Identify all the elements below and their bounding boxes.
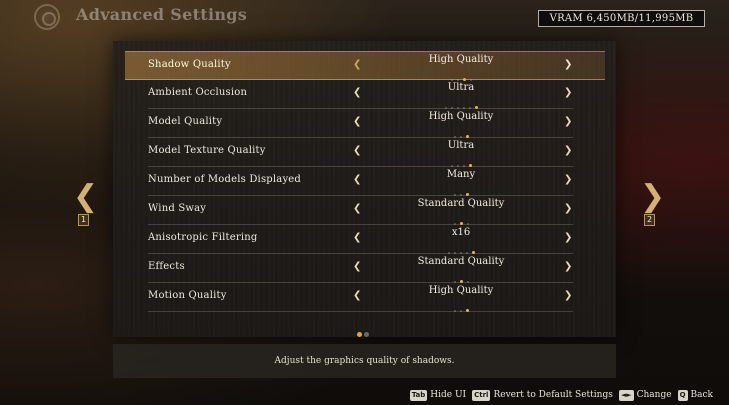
level-indicator bbox=[401, 97, 521, 109]
level-dot bbox=[459, 309, 462, 312]
revert-defaults-label: Revert to Default Settings bbox=[493, 390, 613, 400]
decrease-arrow-icon[interactable]: ❮ bbox=[353, 232, 361, 243]
q-key-icon: Q bbox=[677, 389, 688, 401]
decrease-arrow-icon[interactable]: ❮ bbox=[353, 116, 361, 127]
footer-hints: Tab Hide UI Ctrl Revert to Default Setti… bbox=[404, 388, 713, 402]
decrease-arrow-icon[interactable]: ❮ bbox=[353, 145, 361, 156]
setting-row[interactable]: Model Texture Quality ❮ Ultra ❯ bbox=[148, 138, 573, 167]
increase-arrow-icon[interactable]: ❯ bbox=[564, 59, 572, 70]
level-indicator bbox=[401, 300, 521, 312]
revert-defaults-hint[interactable]: Ctrl Revert to Default Settings bbox=[472, 389, 613, 401]
level-indicator bbox=[401, 213, 521, 225]
setting-value: High Quality bbox=[428, 285, 494, 296]
setting-row[interactable]: Effects ❮ Standard Quality ❯ bbox=[148, 254, 573, 283]
level-dot bbox=[465, 309, 469, 312]
page-title: Advanced Settings bbox=[76, 5, 248, 24]
increase-arrow-icon[interactable]: ❯ bbox=[564, 116, 572, 127]
change-label: Change bbox=[636, 390, 672, 400]
setting-label: Shadow Quality bbox=[148, 59, 231, 70]
change-hint[interactable]: ◄► Change bbox=[618, 389, 672, 401]
back-label: Back bbox=[690, 390, 713, 400]
decrease-arrow-icon[interactable]: ❮ bbox=[353, 174, 361, 185]
level-dot bbox=[453, 309, 456, 312]
setting-row[interactable]: Ambient Occlusion ❮ Ultra ❯ bbox=[148, 80, 573, 109]
ctrl-key-icon: Ctrl bbox=[472, 389, 491, 401]
setting-label: Wind Sway bbox=[148, 203, 207, 214]
page-dot-2 bbox=[364, 332, 369, 337]
setting-value: High Quality bbox=[428, 54, 494, 65]
increase-arrow-icon[interactable]: ❯ bbox=[564, 87, 572, 98]
next-page-key: 2 bbox=[644, 214, 655, 226]
hide-ui-label: Hide UI bbox=[430, 390, 467, 400]
hide-ui-hint[interactable]: Tab Hide UI bbox=[409, 389, 467, 401]
setting-value: x16 bbox=[451, 227, 471, 238]
setting-label: Ambient Occlusion bbox=[148, 87, 248, 98]
tab-key-icon: Tab bbox=[409, 389, 428, 401]
settings-emblem-icon bbox=[34, 4, 60, 30]
decrease-arrow-icon[interactable]: ❮ bbox=[353, 261, 361, 272]
setting-label: Motion Quality bbox=[148, 290, 227, 301]
level-indicator bbox=[401, 184, 521, 196]
setting-row[interactable]: Anisotropic Filtering ❮ x16 ❯ bbox=[148, 225, 573, 254]
setting-label: Anisotropic Filtering bbox=[148, 232, 258, 243]
setting-row[interactable]: Motion Quality ❮ High Quality ❯ bbox=[148, 283, 573, 312]
setting-row[interactable]: Model Quality ❮ High Quality ❯ bbox=[148, 109, 573, 138]
increase-arrow-icon[interactable]: ❯ bbox=[564, 145, 572, 156]
title-bar: Advanced Settings VRAM 6,450MB/11,995MB bbox=[0, 0, 729, 34]
setting-label: Effects bbox=[148, 261, 185, 272]
decrease-arrow-icon[interactable]: ❮ bbox=[353, 290, 361, 301]
setting-value: Ultra bbox=[447, 82, 475, 93]
setting-label: Model Quality bbox=[148, 116, 223, 127]
setting-value: Standard Quality bbox=[417, 198, 505, 209]
setting-value: Ultra bbox=[447, 140, 475, 151]
increase-arrow-icon[interactable]: ❯ bbox=[564, 290, 572, 301]
level-indicator bbox=[401, 271, 521, 283]
decrease-arrow-icon[interactable]: ❮ bbox=[353, 87, 361, 98]
increase-arrow-icon[interactable]: ❯ bbox=[564, 261, 572, 272]
increase-arrow-icon[interactable]: ❯ bbox=[564, 232, 572, 243]
prev-page-key: 1 bbox=[78, 214, 89, 226]
setting-row[interactable]: Shadow Quality ❮ High Quality ❯ bbox=[125, 51, 605, 81]
setting-description: Adjust the graphics quality of shadows. bbox=[113, 344, 616, 378]
level-indicator bbox=[401, 126, 521, 138]
increase-arrow-icon[interactable]: ❯ bbox=[564, 174, 572, 185]
level-indicator bbox=[401, 242, 521, 254]
prev-page-arrow-icon[interactable]: ❮ bbox=[73, 182, 98, 212]
decrease-arrow-icon[interactable]: ❮ bbox=[353, 59, 361, 70]
increase-arrow-icon[interactable]: ❯ bbox=[564, 203, 572, 214]
left-right-keys-icon: ◄► bbox=[618, 389, 634, 401]
setting-value: Many bbox=[446, 169, 476, 180]
setting-value: High Quality bbox=[428, 111, 494, 122]
level-indicator bbox=[401, 155, 521, 167]
setting-row[interactable]: Number of Models Displayed ❮ Many ❯ bbox=[148, 167, 573, 196]
setting-row[interactable]: Wind Sway ❮ Standard Quality ❯ bbox=[148, 196, 573, 225]
page-dot-1 bbox=[357, 332, 362, 337]
setting-label: Model Texture Quality bbox=[148, 145, 266, 156]
next-page-arrow-icon[interactable]: ❯ bbox=[640, 182, 665, 212]
level-indicator bbox=[401, 69, 521, 81]
vram-indicator: VRAM 6,450MB/11,995MB bbox=[538, 10, 705, 27]
decrease-arrow-icon[interactable]: ❮ bbox=[353, 203, 361, 214]
setting-label: Number of Models Displayed bbox=[148, 174, 302, 185]
setting-value: Standard Quality bbox=[417, 256, 505, 267]
page-indicator bbox=[357, 322, 371, 341]
back-hint[interactable]: Q Back bbox=[677, 389, 713, 401]
